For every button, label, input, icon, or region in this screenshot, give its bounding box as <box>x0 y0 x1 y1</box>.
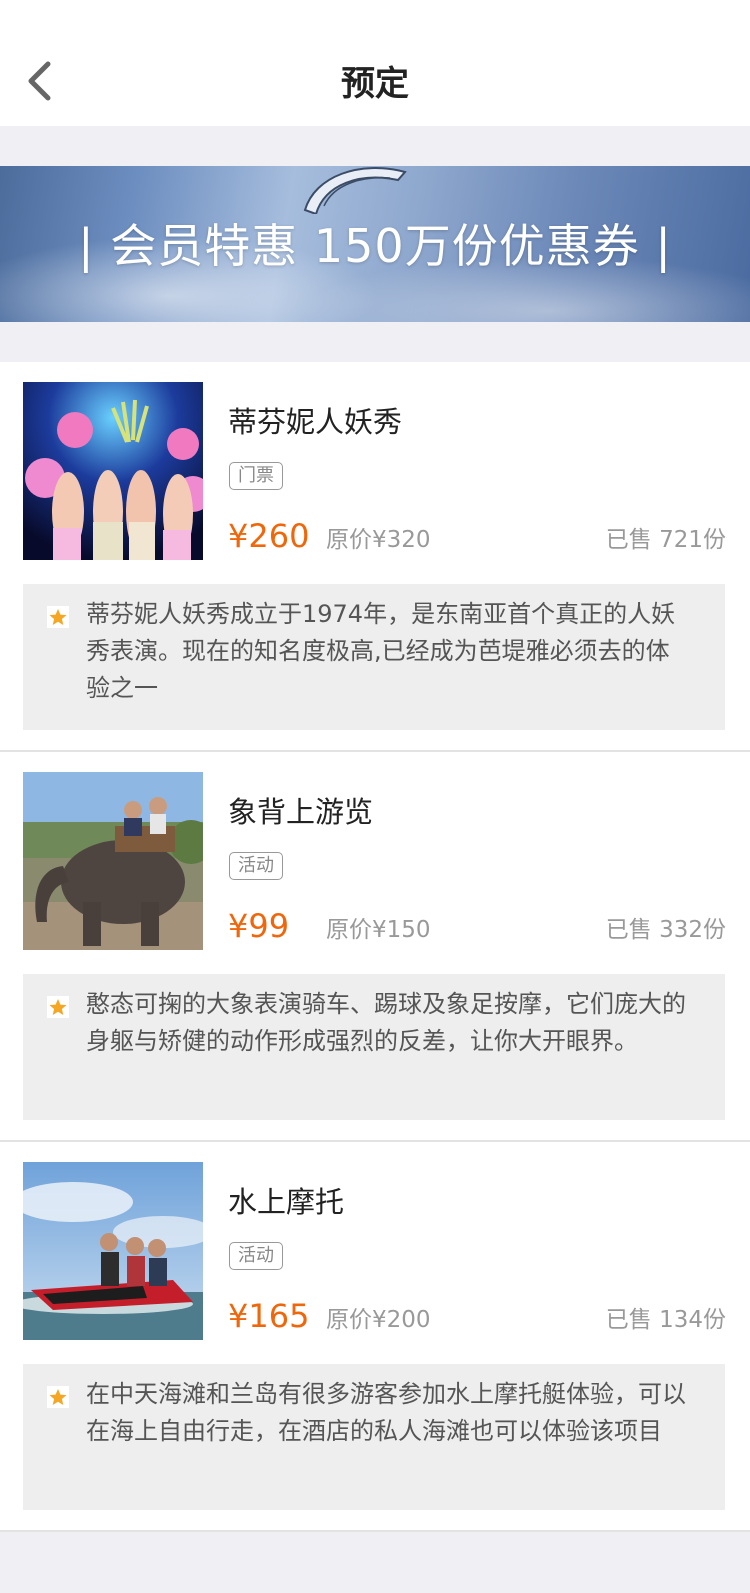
category-tag: 活动 <box>229 852 283 880</box>
product-title[interactable]: 象背上游览 <box>228 792 373 832</box>
elephant-photo <box>23 772 203 950</box>
description-text: 憨态可掬的大象表演骑车、踢球及象足按摩，它们庞大的身躯与矫健的动作形成强烈的反差… <box>86 990 686 1055</box>
product-card[interactable]: 蒂芬妮人妖秀 门票 ¥260 原价¥320 已售 721份 蒂芬妮人妖秀成立于1… <box>0 362 750 752</box>
original-price: 原价¥320 <box>326 527 431 553</box>
description-box: 憨态可掬的大象表演骑车、踢球及象足按摩，它们庞大的身躯与矫健的动作形成强烈的反差… <box>23 974 725 1120</box>
sold-count: 已售 134份 <box>605 1307 726 1333</box>
promo-banner[interactable]: | 会员特惠 150万份优惠券 | <box>0 166 750 322</box>
product-title[interactable]: 水上摩托 <box>228 1182 344 1222</box>
show-photo <box>23 382 203 560</box>
product-image-jetski[interactable] <box>23 1162 203 1340</box>
description-box: 在中天海滩和兰岛有很多游客参加水上摩托艇体验，可以在海上自由行走，在酒店的私人海… <box>23 1364 725 1510</box>
category-tag: 门票 <box>229 462 283 490</box>
page-title: 预定 <box>341 64 409 104</box>
paraglider-image <box>303 167 407 214</box>
price: ¥260 <box>228 517 310 555</box>
sold-count: 已售 721份 <box>605 527 726 553</box>
description-box: 蒂芬妮人妖秀成立于1974年，是东南亚首个真正的人妖秀表演。现在的知名度极高,已… <box>23 584 725 730</box>
original-price: 原价¥200 <box>326 1307 431 1333</box>
sold-count: 已售 332份 <box>605 917 726 943</box>
product-list: 蒂芬妮人妖秀 门票 ¥260 原价¥320 已售 721份 蒂芬妮人妖秀成立于1… <box>0 362 750 1532</box>
original-price: 原价¥150 <box>326 917 431 943</box>
category-tag: 活动 <box>229 1242 283 1270</box>
price: ¥165 <box>228 1297 310 1335</box>
star-icon <box>47 996 69 1018</box>
product-image-elephant[interactable] <box>23 772 203 950</box>
product-image-show[interactable] <box>23 382 203 560</box>
jetski-photo <box>23 1162 203 1340</box>
star-icon <box>47 606 69 628</box>
product-title[interactable]: 蒂芬妮人妖秀 <box>228 402 402 442</box>
nav-bar: 预定 <box>0 0 750 126</box>
product-card[interactable]: 水上摩托 活动 ¥165 原价¥200 已售 134份 在中天海滩和兰岛有很多游… <box>0 1142 750 1532</box>
banner-text: | 会员特惠 150万份优惠券 | <box>78 219 672 273</box>
description-text: 蒂芬妮人妖秀成立于1974年，是东南亚首个真正的人妖秀表演。现在的知名度极高,已… <box>86 600 676 702</box>
product-card[interactable]: 象背上游览 活动 ¥99 原价¥150 已售 332份 憨态可掬的大象表演骑车、… <box>0 752 750 1142</box>
star-icon <box>47 1386 69 1408</box>
description-text: 在中天海滩和兰岛有很多游客参加水上摩托艇体验，可以在海上自由行走，在酒店的私人海… <box>86 1380 686 1445</box>
price: ¥99 <box>228 907 290 945</box>
